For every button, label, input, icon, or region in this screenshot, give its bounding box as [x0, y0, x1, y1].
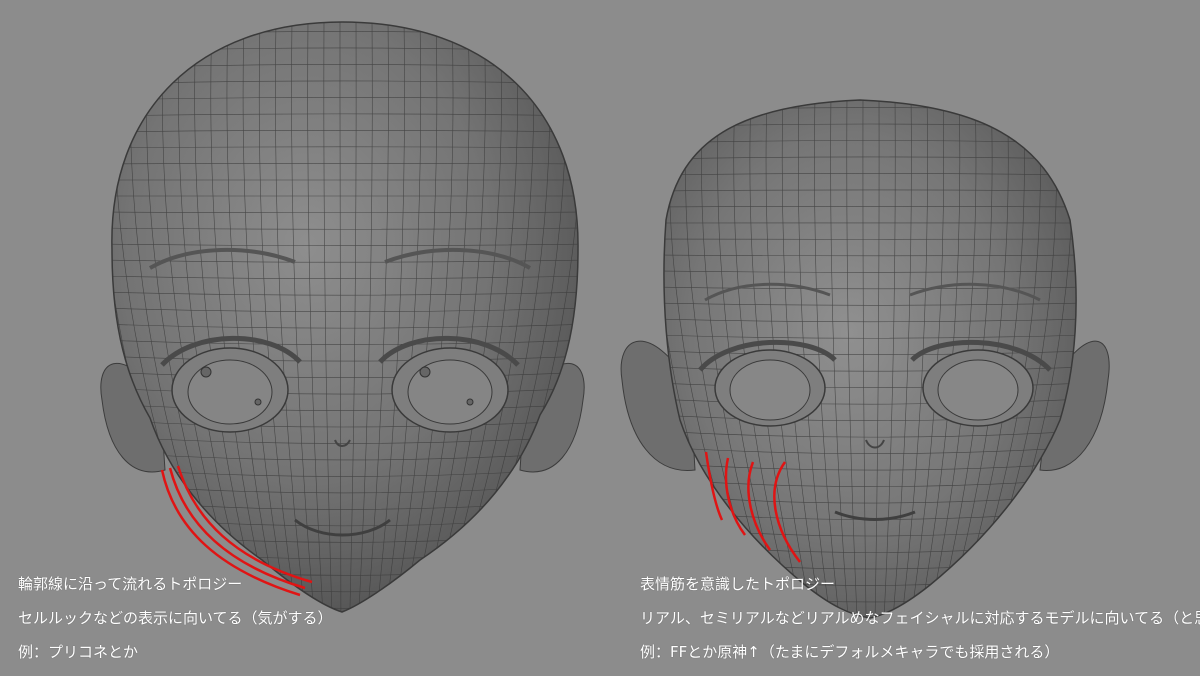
right-caption: 表情筋を意識したトポロジー リアル、セミリアルなどリアルめなフェイシャルに対応す… — [640, 574, 1200, 676]
right-caption-line-3: 例：FFとか原神↑（たまにデフォルメキャラでも採用される） — [640, 642, 1200, 662]
left-head-model — [98, 15, 590, 625]
mesh-edge-loop — [100, 15, 590, 20]
mesh-edge-loop — [655, 91, 1085, 95]
left-caption-line-3: 例：プリコネとか — [18, 642, 333, 662]
right-caption-line-2: リアル、セミリアルなどリアルめなフェイシャルに対応するモデルに向いてる（と思う） — [640, 608, 1200, 628]
left-caption-line-2: セルルックなどの表示に向いてる（気がする） — [18, 608, 333, 628]
left-caption-line-1: 輪郭線に沿って流れるトポロジー — [18, 574, 333, 594]
left-caption: 輪郭線に沿って流れるトポロジー セルルックなどの表示に向いてる（気がする） 例：… — [18, 574, 333, 676]
left-head-surface — [112, 22, 578, 612]
right-caption-line-1: 表情筋を意識したトポロジー — [640, 574, 1200, 594]
right-head-model — [621, 91, 1109, 635]
